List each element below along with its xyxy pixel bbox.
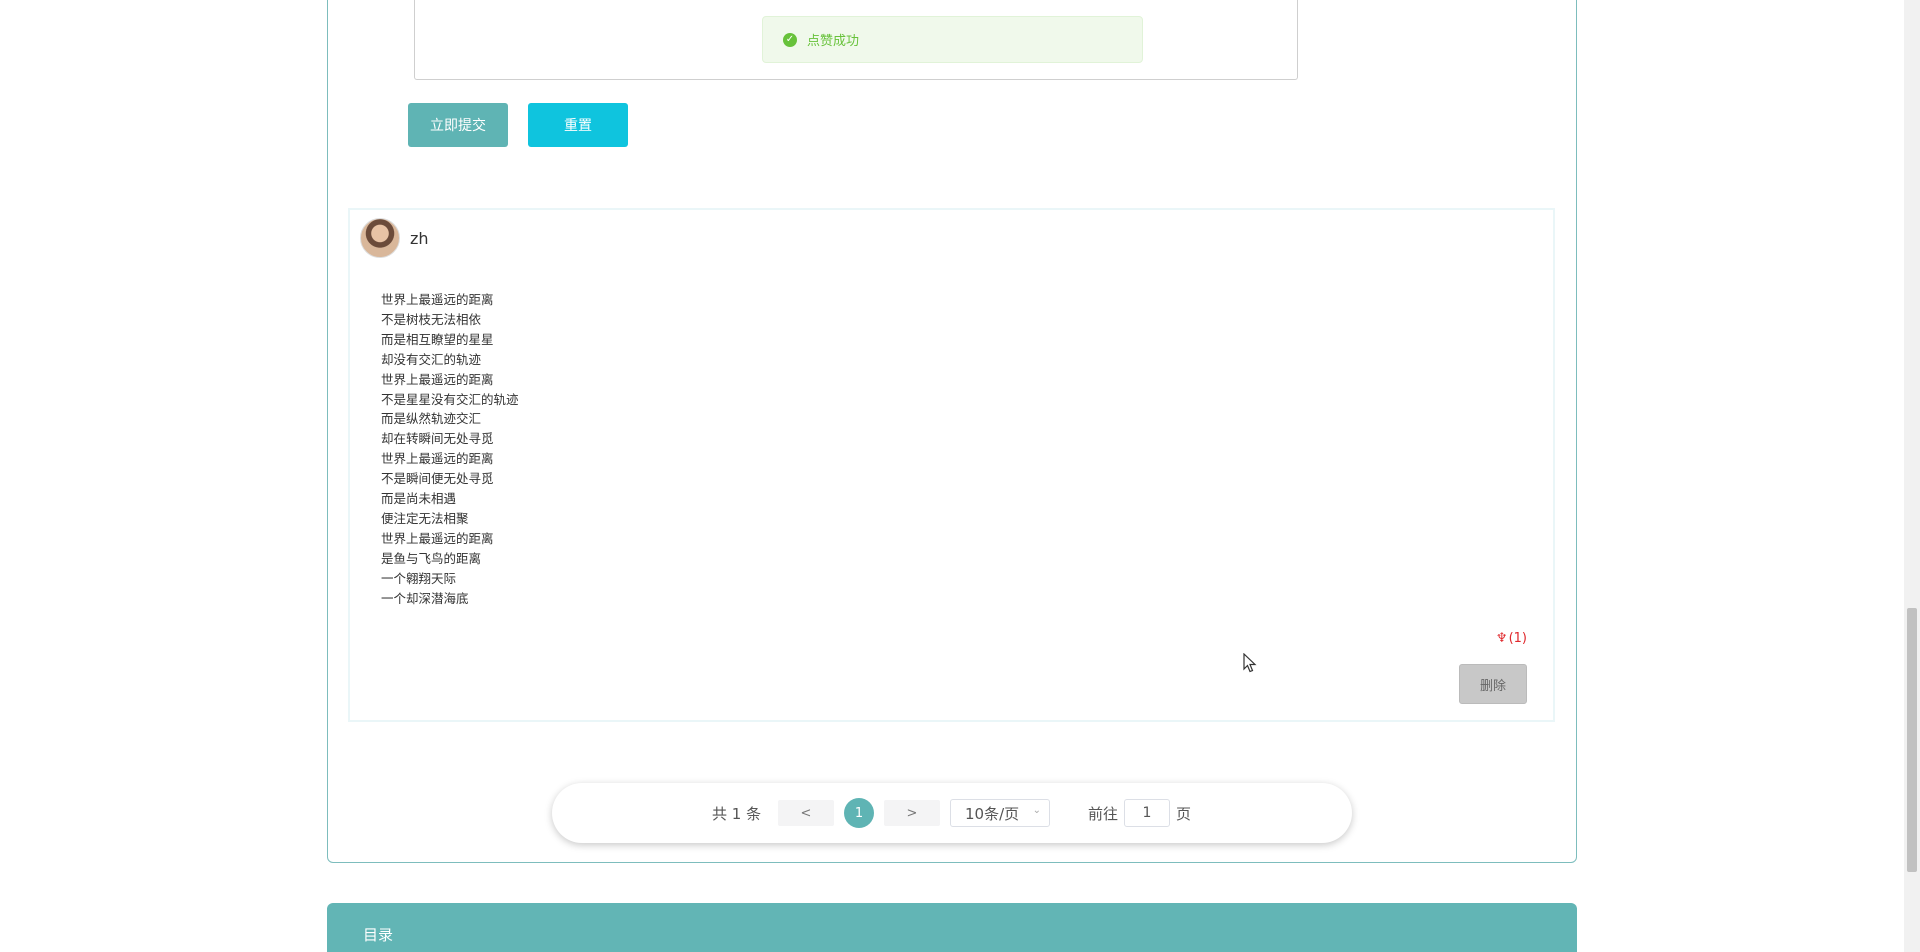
comment-body: 世界上最遥远的距离 不是树枝无法相依 而是相互瞭望的星星 却没有交汇的轨迹 世界… [381,290,519,609]
page-size-select[interactable]: 10条/页 ⌄ [950,799,1050,827]
comment-card: zh 世界上最遥远的距离 不是树枝无法相依 而是相互瞭望的星星 却没有交汇的轨迹… [348,208,1555,722]
page: ✓ 点赞成功 立即提交 重置 zh 世界上最遥远的距离 不是树枝无法相依 而是相… [0,0,1920,952]
comment-line: 不是树枝无法相依 [381,311,482,327]
toast-message: 点赞成功 [807,34,860,49]
comment-line: 是鱼与飞鸟的距离 [381,550,482,566]
comment-line: 世界上最遥远的距离 [381,530,494,546]
comment-line: 却在转瞬间无处寻觅 [381,431,494,447]
success-toast: ✓ 点赞成功 [762,16,1143,63]
page-scrollbar[interactable] [1904,0,1920,952]
comment-line: 而是相互瞭望的星星 [381,331,494,347]
comment-line: 一个却深潜海底 [381,590,469,606]
comment-line: 世界上最遥远的距离 [381,292,494,307]
chevron-down-icon: ⌄ [1032,805,1041,816]
check-circle-icon: ✓ [783,32,797,47]
like-count: (1) [1508,631,1527,646]
goto-page-input[interactable] [1124,799,1170,827]
submit-button[interactable]: 立即提交 [408,103,508,147]
comment-username: zh [410,229,429,248]
goto-suffix: 页 [1176,804,1192,823]
next-page-button[interactable]: > [884,800,940,826]
pagination-total: 共 1 条 [712,804,762,823]
like-icon: ♆ [1495,631,1508,646]
comment-line: 世界上最遥远的距离 [381,451,494,467]
comment-line: 不是星星没有交汇的轨迹 [381,391,519,407]
directory-title: 目录 [363,926,394,944]
prev-page-button[interactable]: < [778,800,834,826]
comment-line: 而是纵然轨迹交汇 [381,411,482,427]
delete-button[interactable]: 删除 [1459,664,1527,704]
mouse-cursor-icon [1243,653,1257,673]
comment-line: 便注定无法相聚 [381,510,469,526]
like-button[interactable]: ♆ (1) [1496,631,1527,646]
comment-line: 而是尚未相遇 [381,491,457,507]
avatar[interactable] [360,218,400,258]
comment-line: 世界上最遥远的距离 [381,371,494,387]
goto-label: 前往 [1088,804,1119,823]
page-number-current[interactable]: 1 [844,798,874,828]
scrollbar-thumb[interactable] [1907,608,1917,872]
page-size-value: 10条/页 [965,804,1020,823]
comment-line: 却没有交汇的轨迹 [381,351,482,367]
directory-header: 目录 [327,903,1577,952]
reset-button[interactable]: 重置 [528,103,628,147]
comment-line: 不是瞬间便无处寻觅 [381,471,494,487]
pagination: 共 1 条 < 1 > 10条/页 ⌄ 前往 页 [552,783,1352,843]
comment-line: 一个翱翔天际 [381,570,457,586]
